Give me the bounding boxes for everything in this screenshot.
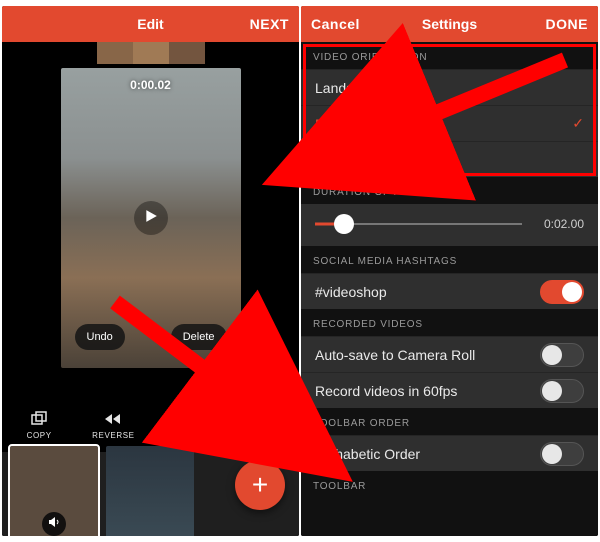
done-button[interactable]: DONE	[534, 16, 588, 32]
timeline-filmstrip[interactable]	[97, 42, 205, 64]
video-preview[interactable]: 0:00.02 Undo Delete	[61, 68, 241, 368]
clip-thumb[interactable]	[10, 446, 98, 536]
hashtag-row[interactable]: #videoshop	[301, 273, 598, 309]
toggle-knob	[542, 381, 562, 401]
toolbar-order-toggle[interactable]	[540, 442, 584, 466]
settings-list[interactable]: VIDEO ORIENTATION Landscape Portrait ✓ S…	[301, 42, 598, 536]
row-label: Auto-save to Camera Roll	[315, 347, 475, 363]
duration-slider-row: 0:02.00	[301, 204, 598, 246]
preview-time: 0:00.02	[130, 78, 171, 92]
filmstrip-frame	[97, 42, 133, 64]
plus-icon: +	[252, 469, 268, 501]
row-label: Landscape	[315, 80, 384, 96]
tool-reverse-label: REVERSE	[92, 431, 134, 440]
section-hashtags: SOCIAL MEDIA HASHTAGS	[301, 246, 598, 273]
copy-icon	[29, 411, 49, 427]
row-label: Record videos in 60fps	[315, 383, 457, 399]
undo-button[interactable]: Undo	[75, 324, 125, 350]
check-icon: ✓	[572, 115, 584, 132]
section-orientation: VIDEO ORIENTATION	[301, 42, 598, 69]
edit-title: Edit	[137, 16, 163, 32]
delete-button[interactable]: Delete	[171, 324, 227, 350]
sixtyfps-row[interactable]: Record videos in 60fps	[301, 372, 598, 408]
orientation-square[interactable]: Square	[301, 141, 598, 177]
tool-settings-label: SETTINGS	[239, 431, 284, 440]
play-button[interactable]	[134, 201, 168, 235]
section-toolbar-order: TOOLBAR ORDER	[301, 408, 598, 435]
delete-label: Delete	[183, 331, 215, 343]
edit-header: Edit NEXT	[2, 6, 299, 42]
tool-display-label: DISPLAY	[169, 431, 206, 440]
section-duration: DURATION OF PHOTO SLIDE	[301, 177, 598, 204]
settings-screen: Cancel Settings DONE VIDEO ORIENTATION L…	[301, 6, 598, 536]
autosave-row[interactable]: Auto-save to Camera Roll	[301, 336, 598, 372]
edit-toolbar: COPY REVERSE DISPLAY SETTINGS	[2, 398, 299, 452]
fullscreen-button[interactable]	[253, 342, 287, 376]
duration-slider[interactable]	[315, 214, 522, 234]
duration-value: 0:02.00	[532, 217, 584, 231]
tool-copy-label: COPY	[27, 431, 52, 440]
row-label: Portrait	[315, 116, 360, 132]
display-icon	[178, 411, 198, 427]
row-label: Square	[315, 152, 360, 168]
cancel-button[interactable]: Cancel	[311, 16, 365, 32]
row-label: #videoshop	[315, 284, 387, 300]
row-label: Alphabetic Order	[315, 446, 420, 462]
speaker-icon	[48, 515, 60, 533]
toggle-knob	[562, 282, 582, 302]
gear-icon	[252, 411, 272, 427]
add-clip-button[interactable]: +	[235, 460, 285, 510]
toolbar-order-row[interactable]: Alphabetic Order	[301, 435, 598, 471]
toggle-knob	[542, 444, 562, 464]
filmstrip-frame	[169, 42, 205, 64]
edit-screen: Edit NEXT 0:00.02 Undo Delete	[2, 6, 299, 536]
clip-tray: +	[2, 452, 299, 536]
section-recorded: RECORDED VIDEOS	[301, 309, 598, 336]
reverse-icon	[103, 411, 123, 427]
tool-reverse[interactable]: REVERSE	[76, 398, 150, 452]
clip-thumb[interactable]	[106, 446, 194, 536]
settings-title: Settings	[422, 16, 477, 32]
tool-settings[interactable]: SETTINGS	[225, 398, 299, 452]
edit-body: 0:00.02 Undo Delete COPY	[2, 42, 299, 536]
orientation-landscape[interactable]: Landscape	[301, 69, 598, 105]
mute-button[interactable]	[42, 512, 66, 536]
settings-header: Cancel Settings DONE	[301, 6, 598, 42]
fullscreen-icon	[263, 350, 277, 369]
toggle-knob	[542, 345, 562, 365]
next-button[interactable]: NEXT	[235, 16, 289, 32]
tool-copy[interactable]: COPY	[2, 398, 76, 452]
sixtyfps-toggle[interactable]	[540, 379, 584, 403]
orientation-portrait[interactable]: Portrait ✓	[301, 105, 598, 141]
undo-label: Undo	[87, 331, 113, 343]
tool-display[interactable]: DISPLAY	[151, 398, 225, 452]
section-toolbar: TOOLBAR	[301, 471, 598, 498]
autosave-toggle[interactable]	[540, 343, 584, 367]
filmstrip-frame	[133, 42, 169, 64]
hashtag-toggle[interactable]	[540, 280, 584, 304]
slider-knob[interactable]	[334, 214, 354, 234]
play-icon	[144, 209, 158, 228]
